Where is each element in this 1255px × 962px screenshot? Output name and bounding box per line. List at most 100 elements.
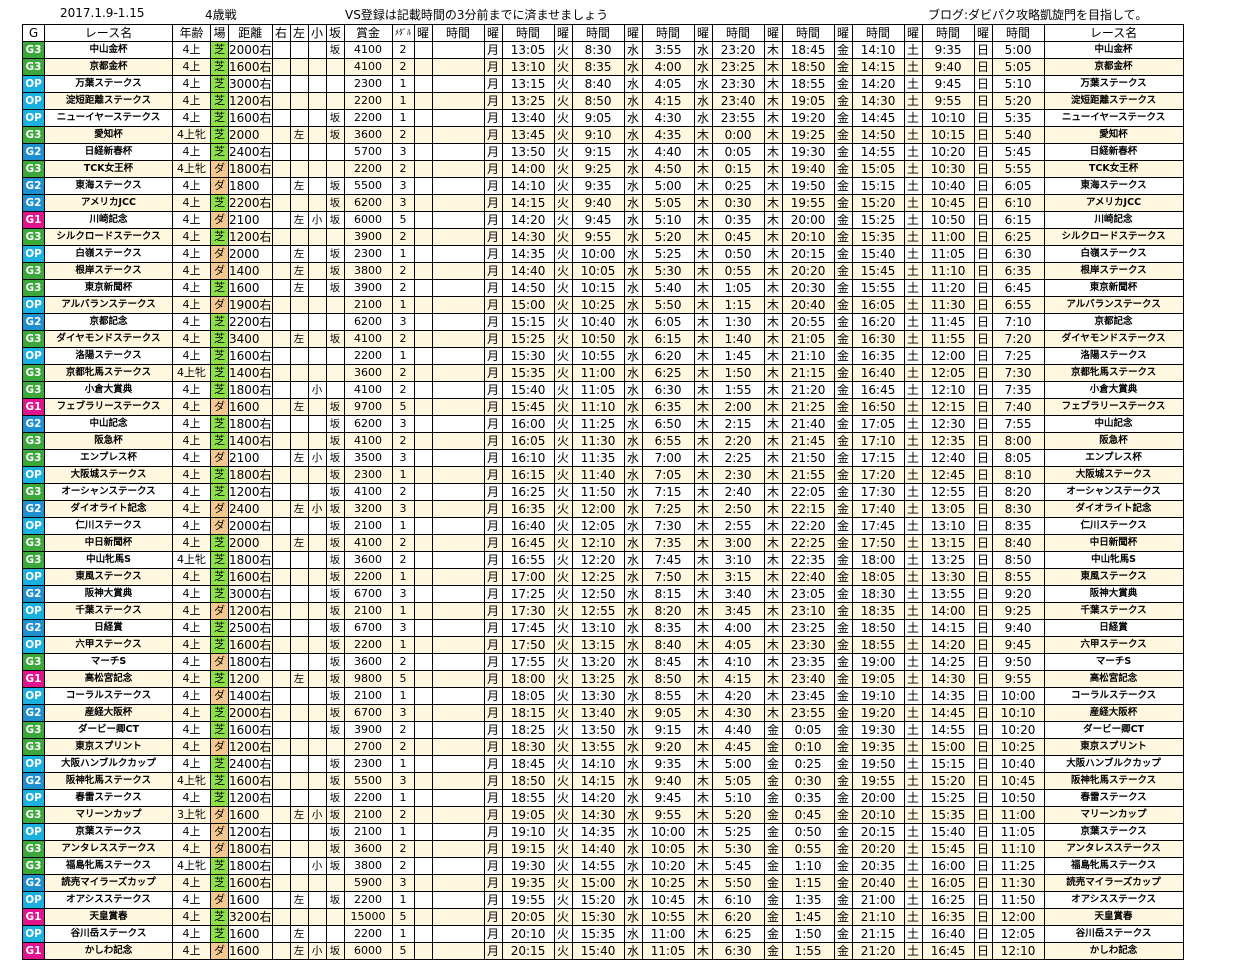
weekday-cell[interactable]: 日 bbox=[973, 245, 993, 263]
weekday-cell[interactable]: 月 bbox=[483, 432, 503, 450]
time-cell[interactable]: 22:20 bbox=[781, 517, 835, 535]
weekday-cell[interactable]: 木 bbox=[763, 534, 783, 552]
weekday-cell[interactable]: 月 bbox=[483, 398, 503, 416]
weekday-cell[interactable]: 月 bbox=[483, 704, 503, 722]
prize-cell[interactable]: 6000 bbox=[343, 211, 393, 229]
small-track-cell[interactable] bbox=[307, 109, 327, 127]
weekday-cell[interactable] bbox=[413, 551, 433, 569]
time-cell[interactable]: 6:55 bbox=[991, 296, 1045, 314]
time-cell[interactable]: 0:35 bbox=[781, 789, 835, 807]
time-cell[interactable]: 4:05 bbox=[711, 636, 765, 654]
prize-cell[interactable]: 9700 bbox=[343, 398, 393, 416]
grade-cell[interactable]: G2 bbox=[22, 143, 45, 161]
race-name-cell[interactable]: 京葉ステークス bbox=[44, 823, 173, 841]
weekday-cell[interactable]: 金 bbox=[833, 704, 853, 722]
weekday-cell[interactable]: 土 bbox=[903, 58, 923, 76]
distance-cell[interactable]: 1800右 bbox=[228, 466, 273, 484]
time-cell[interactable]: 12:00 bbox=[921, 347, 975, 365]
time-cell[interactable]: 17:55 bbox=[501, 653, 555, 671]
time-cell[interactable]: 4:10 bbox=[711, 653, 765, 671]
weekday-cell[interactable]: 火 bbox=[553, 925, 573, 943]
age-cell[interactable]: 4上牝 bbox=[172, 364, 211, 382]
time-cell[interactable]: 14:45 bbox=[921, 704, 975, 722]
weekday-cell[interactable]: 水 bbox=[693, 75, 713, 93]
time-cell[interactable]: 7:20 bbox=[991, 330, 1045, 348]
weekday-cell[interactable]: 木 bbox=[763, 211, 783, 229]
weekday-cell[interactable]: 日 bbox=[973, 789, 993, 807]
time-cell[interactable]: 1:45 bbox=[781, 908, 835, 926]
time-cell[interactable]: 0:00 bbox=[711, 126, 765, 144]
time-cell[interactable]: 15:15 bbox=[921, 755, 975, 773]
race-name-cell[interactable]: 京都牝馬ステークス bbox=[44, 364, 173, 382]
weekday-cell[interactable]: 水 bbox=[623, 738, 643, 756]
weekday-cell[interactable]: 水 bbox=[623, 891, 643, 909]
distance-cell[interactable]: 1600右 bbox=[228, 772, 273, 790]
weekday-cell[interactable]: 月 bbox=[483, 381, 503, 399]
weekday-cell[interactable]: 日 bbox=[973, 721, 993, 739]
left-turn-cell[interactable]: 左 bbox=[289, 279, 309, 297]
race-name-right-cell[interactable]: フェブラリーステークス bbox=[1043, 398, 1184, 416]
prize-cell[interactable]: 3900 bbox=[343, 721, 393, 739]
time-cell[interactable]: 18:05 bbox=[501, 687, 555, 705]
right-turn-cell[interactable] bbox=[271, 738, 291, 756]
grade-cell[interactable]: OP bbox=[22, 92, 45, 110]
medal-cell[interactable]: 2 bbox=[391, 738, 415, 756]
weekday-cell[interactable]: 火 bbox=[553, 636, 573, 654]
time-cell[interactable]: 10:40 bbox=[921, 177, 975, 195]
weekday-cell[interactable]: 火 bbox=[553, 143, 573, 161]
weekday-cell[interactable]: 金 bbox=[833, 823, 853, 841]
weekday-cell[interactable]: 月 bbox=[483, 194, 503, 212]
weekday-cell[interactable]: 月 bbox=[483, 687, 503, 705]
right-turn-cell[interactable] bbox=[271, 449, 291, 467]
weekday-cell[interactable]: 火 bbox=[553, 313, 573, 331]
weekday-cell[interactable]: 日 bbox=[973, 942, 993, 960]
time-cell[interactable]: 11:25 bbox=[991, 857, 1045, 875]
time-cell[interactable]: 16:00 bbox=[501, 415, 555, 433]
age-cell[interactable]: 4上 bbox=[172, 177, 211, 195]
slope-cell[interactable]: 坂 bbox=[325, 245, 345, 263]
grade-cell[interactable]: G3 bbox=[22, 449, 45, 467]
weekday-cell[interactable]: 土 bbox=[903, 449, 923, 467]
column-header[interactable]: 時間 bbox=[641, 24, 695, 42]
weekday-cell[interactable]: 金 bbox=[833, 789, 853, 807]
weekday-cell[interactable]: 木 bbox=[763, 602, 783, 620]
race-name-cell[interactable]: 万葉ステークス bbox=[44, 75, 173, 93]
medal-cell[interactable]: 1 bbox=[391, 347, 415, 365]
weekday-cell[interactable]: 木 bbox=[693, 466, 713, 484]
age-cell[interactable]: 4上 bbox=[172, 262, 211, 280]
surface-cell[interactable]: ダ bbox=[210, 738, 229, 756]
medal-cell[interactable]: 1 bbox=[391, 75, 415, 93]
slope-cell[interactable]: 坂 bbox=[325, 126, 345, 144]
weekday-cell[interactable]: 月 bbox=[483, 670, 503, 688]
race-name-cell[interactable]: 阪神大賞典 bbox=[44, 585, 173, 603]
time-cell[interactable]: 0:05 bbox=[781, 721, 835, 739]
time-cell[interactable]: 13:05 bbox=[921, 500, 975, 518]
race-name-right-cell[interactable]: 福島牝馬ステークス bbox=[1043, 857, 1184, 875]
race-name-cell[interactable]: 谷川岳ステークス bbox=[44, 925, 173, 943]
distance-cell[interactable]: 1600 bbox=[228, 279, 273, 297]
weekday-cell[interactable]: 土 bbox=[903, 330, 923, 348]
weekday-cell[interactable]: 月 bbox=[483, 534, 503, 552]
weekday-cell[interactable]: 火 bbox=[553, 602, 573, 620]
time-cell[interactable]: 12:45 bbox=[921, 466, 975, 484]
race-name-right-cell[interactable]: 中日新聞杯 bbox=[1043, 534, 1184, 552]
small-track-cell[interactable] bbox=[307, 347, 327, 365]
distance-cell[interactable]: 1600 bbox=[228, 806, 273, 824]
race-name-right-cell[interactable]: ダイオライト記念 bbox=[1043, 500, 1184, 518]
weekday-cell[interactable]: 水 bbox=[623, 551, 643, 569]
time-cell[interactable]: 18:50 bbox=[501, 772, 555, 790]
weekday-cell[interactable]: 金 bbox=[833, 177, 853, 195]
small-track-cell[interactable] bbox=[307, 704, 327, 722]
right-turn-cell[interactable] bbox=[271, 330, 291, 348]
slope-cell[interactable]: 坂 bbox=[325, 466, 345, 484]
time-cell[interactable]: 19:20 bbox=[781, 109, 835, 127]
weekday-cell[interactable]: 火 bbox=[553, 449, 573, 467]
time-cell[interactable] bbox=[431, 330, 485, 348]
weekday-cell[interactable]: 火 bbox=[553, 908, 573, 926]
time-cell[interactable]: 23:25 bbox=[781, 619, 835, 637]
weekday-cell[interactable]: 日 bbox=[973, 517, 993, 535]
distance-cell[interactable]: 2200右 bbox=[228, 313, 273, 331]
race-name-right-cell[interactable]: 日経賞 bbox=[1043, 619, 1184, 637]
time-cell[interactable]: 4:35 bbox=[641, 126, 695, 144]
time-cell[interactable]: 9:40 bbox=[641, 772, 695, 790]
